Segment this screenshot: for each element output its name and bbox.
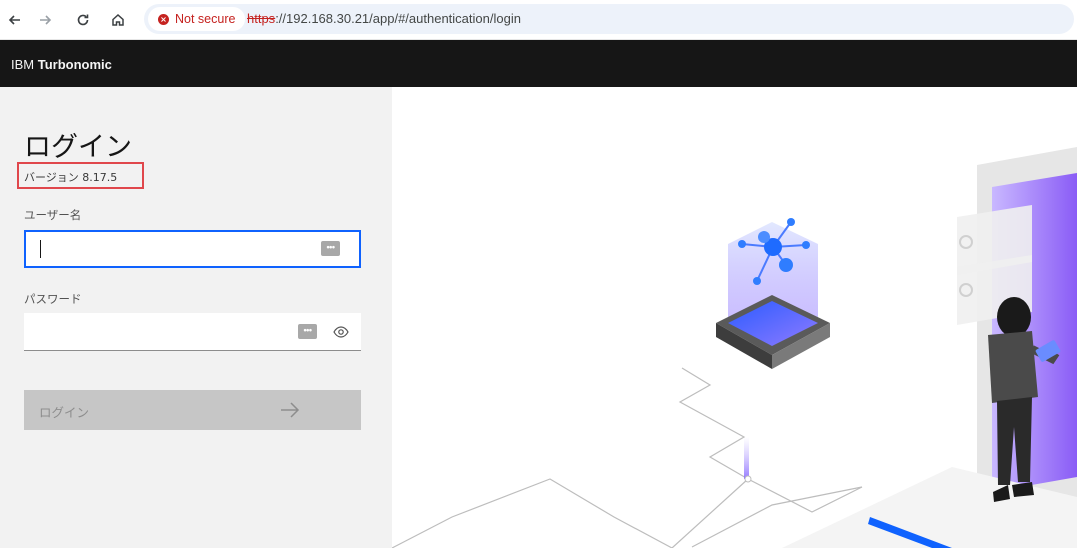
back-button[interactable] xyxy=(3,8,27,32)
login-button-label: ログイン xyxy=(39,405,90,420)
text-cursor xyxy=(40,240,41,258)
eye-icon[interactable] xyxy=(333,325,349,339)
url-scheme: https xyxy=(247,11,276,26)
password-key-icon[interactable]: ••• xyxy=(321,241,340,256)
browser-toolbar: × Not secure https://192.168.30.21/app/#… xyxy=(0,0,1077,40)
arrow-right-icon xyxy=(281,402,300,418)
password-key-icon[interactable]: ••• xyxy=(298,324,317,339)
app-title: IBM Turbonomic xyxy=(11,57,112,72)
light-beam xyxy=(744,437,749,479)
version-label: バージョン 8.17.5 xyxy=(24,171,118,184)
circuit-lines xyxy=(392,367,863,548)
home-icon xyxy=(112,13,124,26)
arrow-left-icon xyxy=(8,15,20,25)
security-label: Not secure xyxy=(175,12,236,26)
data-cube xyxy=(716,218,830,369)
home-button[interactable] xyxy=(106,8,130,32)
security-indicator[interactable]: × Not secure xyxy=(148,7,246,31)
login-panel: ログイン バージョン 8.17.5 ユーザー名 ••• パスワード ••• ログ… xyxy=(0,87,392,548)
username-field[interactable]: ••• xyxy=(24,230,361,268)
hero-illustration xyxy=(392,147,1077,548)
address-bar[interactable]: × Not secure https://192.168.30.21/app/#… xyxy=(144,4,1074,34)
login-button[interactable]: ログイン xyxy=(24,390,361,430)
warning-circle-icon: × xyxy=(158,13,169,25)
app-title-prefix: IBM xyxy=(11,57,38,72)
app-title-brand: Turbonomic xyxy=(37,57,112,72)
app-header: IBM Turbonomic xyxy=(0,40,1077,87)
reload-button[interactable] xyxy=(71,8,95,32)
username-label: ユーザー名 xyxy=(24,208,82,222)
url-text[interactable]: https://192.168.30.21/app/#/authenticati… xyxy=(247,11,521,26)
reload-icon xyxy=(77,14,89,26)
forward-button[interactable] xyxy=(33,8,57,32)
login-illustration xyxy=(392,87,1077,548)
password-field[interactable]: ••• xyxy=(24,313,361,351)
page-title: ログイン xyxy=(24,132,132,163)
circuit-node xyxy=(744,475,752,483)
password-label: パスワード xyxy=(24,292,82,306)
arrow-right-icon xyxy=(40,15,52,25)
url-path: ://192.168.30.21/app/#/authentication/lo… xyxy=(275,11,521,26)
